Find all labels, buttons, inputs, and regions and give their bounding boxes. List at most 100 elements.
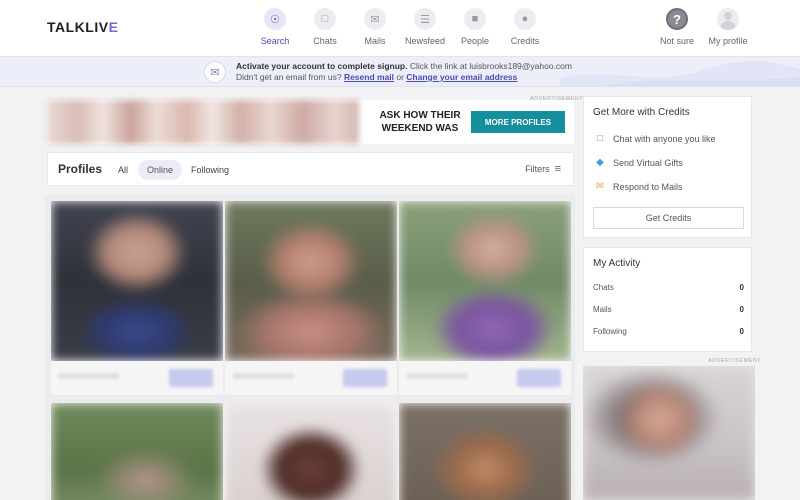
filters-label: Filters	[525, 164, 550, 174]
top-header: TALKLIVE ☉ Search □ Chats ✉ Mails ☰ News…	[0, 0, 800, 57]
main-nav: ☉ Search □ Chats ✉ Mails ☰ Newsfeed ■ Pe…	[250, 8, 550, 46]
nav-search[interactable]: ☉ Search	[250, 8, 300, 46]
question-icon: ?	[666, 8, 688, 30]
activity-value: 0	[739, 327, 744, 336]
nav-label: Newsfeed	[404, 36, 446, 46]
nav-people[interactable]: ■ People	[450, 8, 500, 46]
activity-row-mails[interactable]: Mails 0	[593, 305, 744, 314]
profile-photo	[225, 201, 397, 361]
profile-photo	[225, 403, 397, 500]
chat-icon: □	[314, 8, 336, 30]
credits-panel: Get More with Credits □ Chat with anyone…	[583, 96, 752, 238]
profiles-title: Profiles	[58, 162, 103, 176]
ad-headline-line2: WEEKEND WAS	[381, 123, 459, 134]
profile-action-button[interactable]	[169, 369, 213, 387]
profile-card[interactable]	[225, 403, 397, 500]
profile-photo	[399, 201, 571, 361]
profile-action-button[interactable]	[517, 369, 561, 387]
avatar-icon	[717, 8, 739, 30]
credit-item-label: Respond to Mails	[613, 181, 683, 192]
ad-headline: ASK HOW THEIR WEEKEND WAS	[373, 109, 467, 135]
activity-panel-title: My Activity	[593, 258, 641, 269]
profile-action-button[interactable]	[343, 369, 387, 387]
credit-item-label: Send Virtual Gifts	[613, 157, 683, 168]
or-text: or	[394, 72, 407, 82]
filters-button[interactable]: Filters ≡	[525, 163, 561, 175]
profile-photo	[51, 201, 223, 361]
nav-credits[interactable]: ● Credits	[500, 8, 550, 46]
profile-info	[51, 361, 223, 395]
chat-bubble-icon: □	[596, 133, 604, 144]
credit-item-mails: ✉ Respond to Mails	[593, 181, 683, 192]
profile-card[interactable]	[51, 403, 223, 500]
banner-wave-decoration	[560, 60, 800, 86]
profile-photo	[399, 403, 571, 500]
tab-following[interactable]: Following	[191, 160, 229, 180]
nav-label: Search	[260, 36, 290, 46]
activity-row-chats[interactable]: Chats 0	[593, 283, 744, 292]
ad-banner[interactable]: ASK HOW THEIR WEEKEND WAS MORE PROFILES	[47, 100, 574, 144]
profile-photo	[51, 403, 223, 500]
nav-mails[interactable]: ✉ Mails	[350, 8, 400, 46]
sliders-icon: ≡	[554, 163, 561, 175]
nav-label: My profile	[708, 36, 748, 46]
envelope-check-icon: ✉	[204, 61, 226, 83]
side-ad[interactable]	[583, 366, 755, 500]
profile-card[interactable]	[225, 201, 397, 395]
activity-panel: My Activity Chats 0 Mails 0 Following 0	[583, 247, 752, 352]
nav-newsfeed[interactable]: ☰ Newsfeed	[400, 8, 450, 46]
credit-item-label: Chat with anyone you like	[613, 133, 716, 144]
credit-item-chat: □ Chat with anyone you like	[593, 133, 716, 144]
side-ad-label: ADVERTISEMENT	[708, 358, 762, 364]
header-right: ? Not sure My profile	[652, 8, 754, 46]
people-icon: ■	[464, 8, 486, 30]
tab-all[interactable]: All	[118, 160, 128, 180]
activity-value: 0	[739, 305, 744, 314]
mail-icon: ✉	[364, 8, 386, 30]
credit-item-gifts: ◆ Send Virtual Gifts	[593, 157, 683, 168]
resend-prompt: Didn't get an email from us?	[236, 72, 344, 82]
nav-chats[interactable]: □ Chats	[300, 8, 350, 46]
credits-panel-title: Get More with Credits	[593, 107, 690, 118]
change-email-link[interactable]: Change your email address	[406, 72, 517, 82]
profile-info	[399, 361, 571, 395]
activation-text: Activate your account to complete signup…	[236, 61, 572, 83]
nav-label: People	[460, 36, 490, 46]
not-sure-button[interactable]: ? Not sure	[652, 8, 702, 46]
logo-accent: E	[108, 19, 119, 35]
resend-mail-link[interactable]: Resend mail	[344, 72, 394, 82]
profile-grid	[45, 195, 575, 500]
diamond-icon: ◆	[596, 157, 604, 168]
logo[interactable]: TALKLIVE	[47, 19, 118, 35]
more-profiles-button[interactable]: MORE PROFILES	[471, 111, 565, 133]
newsfeed-icon: ☰	[414, 8, 436, 30]
my-profile-button[interactable]: My profile	[702, 8, 754, 46]
nav-label: Mails	[364, 36, 386, 46]
profile-info	[225, 361, 397, 395]
credits-icon: ●	[514, 8, 536, 30]
get-credits-button[interactable]: Get Credits	[593, 207, 744, 229]
side-ad-photo	[583, 366, 755, 500]
activity-value: 0	[739, 283, 744, 292]
logo-main: TALKLIV	[47, 19, 109, 35]
ad-headline-line1: ASK HOW THEIR	[379, 110, 461, 121]
activity-label: Following	[593, 327, 627, 336]
activity-row-following[interactable]: Following 0	[593, 327, 744, 336]
activation-banner: ✉ Activate your account to complete sign…	[0, 57, 800, 87]
nav-label: Chats	[313, 36, 337, 46]
profile-card[interactable]	[399, 201, 571, 395]
ad-faces-image	[47, 100, 359, 144]
nav-label: Not sure	[659, 36, 694, 46]
profile-name-blurred	[59, 373, 119, 379]
search-icon: ☉	[264, 8, 286, 30]
profile-name-blurred	[233, 373, 293, 379]
profile-card[interactable]	[51, 201, 223, 395]
activity-label: Mails	[593, 305, 612, 314]
profile-card[interactable]	[399, 403, 571, 500]
activation-bold: Activate your account to complete signup…	[236, 61, 408, 71]
tab-online[interactable]: Online	[138, 160, 182, 180]
activation-email-text: Click the link at luisbrooks189@yahoo.co…	[407, 61, 572, 71]
profile-name-blurred	[407, 373, 467, 379]
profiles-bar: Profiles All Online Following Filters ≡	[47, 152, 574, 186]
nav-label: Credits	[510, 36, 540, 46]
